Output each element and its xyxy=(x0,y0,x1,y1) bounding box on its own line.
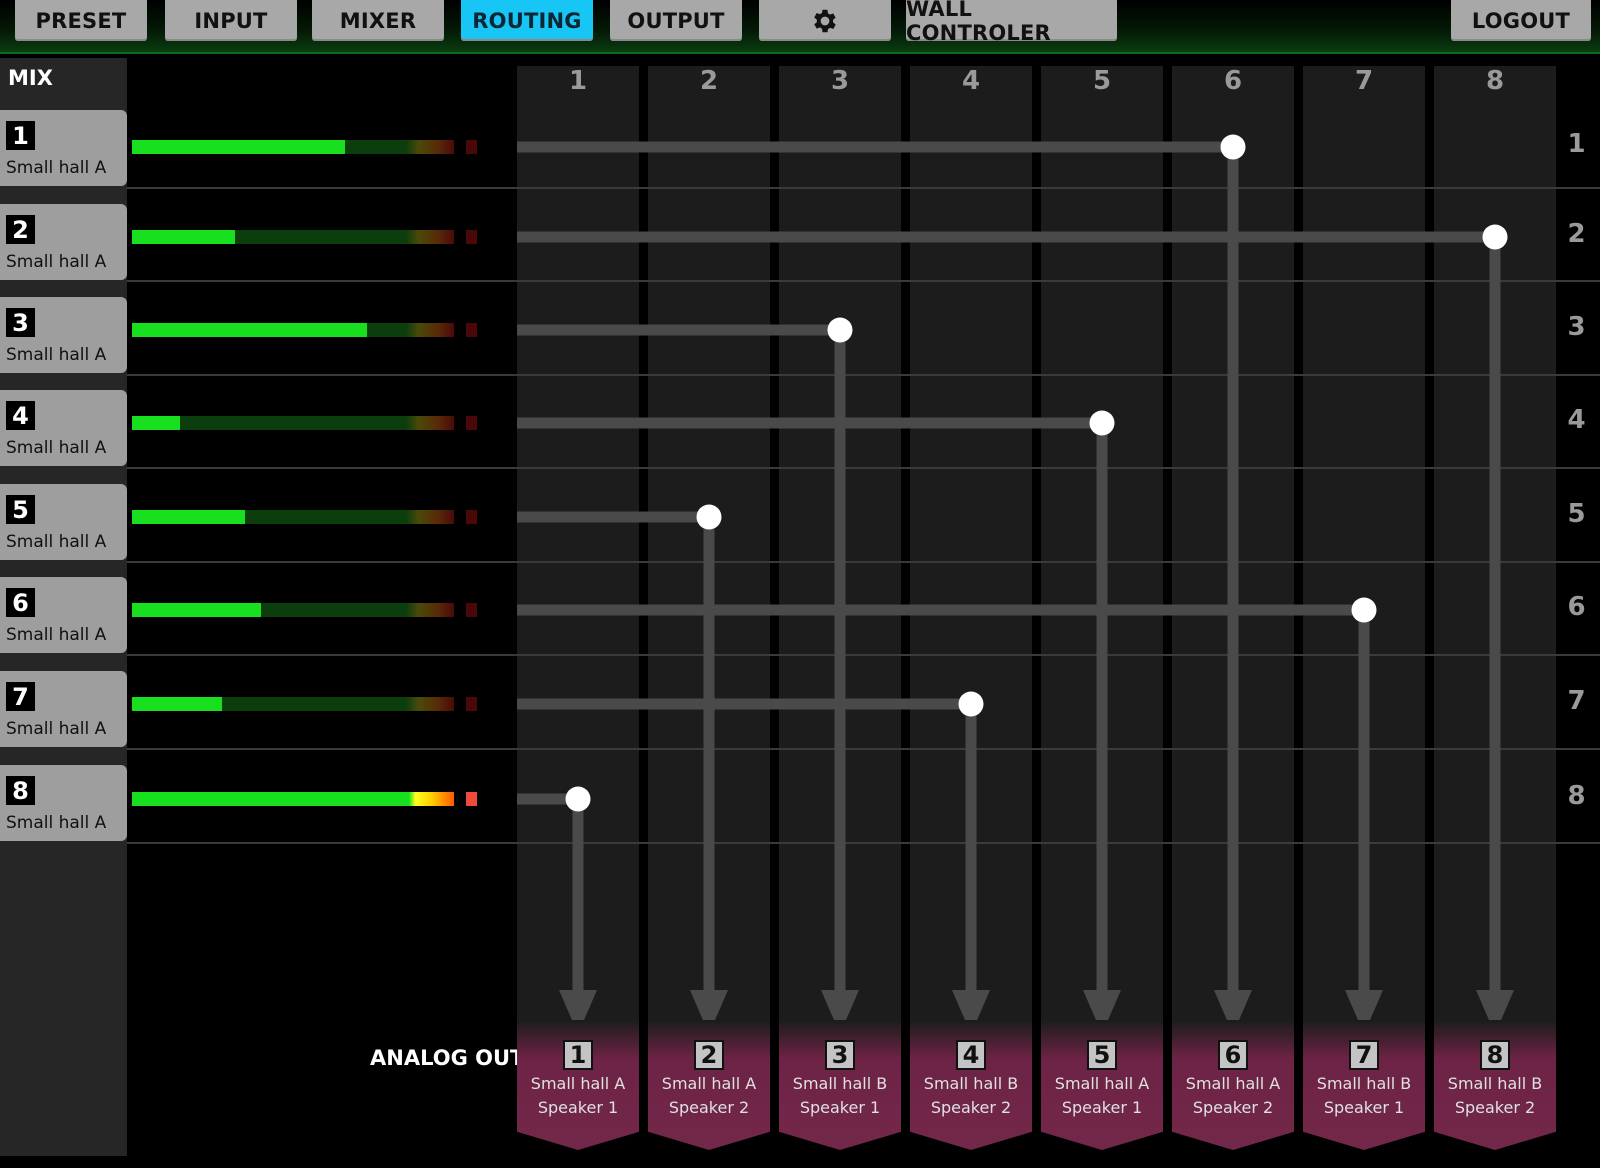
route-node[interactable] xyxy=(1351,597,1377,623)
routing-matrix[interactable] xyxy=(0,0,1600,1168)
analog-output[interactable]: 2 Small hall A Speaker 2 xyxy=(648,1020,770,1150)
output-number: 7 xyxy=(1349,1040,1379,1070)
output-number: 3 xyxy=(825,1040,855,1070)
analog-output[interactable]: 4 Small hall B Speaker 2 xyxy=(910,1020,1032,1150)
output-speaker: Speaker 2 xyxy=(1454,1098,1536,1117)
output-speaker: Speaker 1 xyxy=(799,1098,881,1117)
route-node[interactable] xyxy=(827,317,853,343)
output-speaker: Speaker 2 xyxy=(1192,1098,1274,1117)
route-node[interactable] xyxy=(1089,410,1115,436)
analog-output[interactable]: 8 Small hall B Speaker 2 xyxy=(1434,1020,1556,1150)
output-room: Small hall B xyxy=(1316,1074,1412,1093)
output-speaker: Speaker 1 xyxy=(1323,1098,1405,1117)
output-room: Small hall A xyxy=(530,1074,626,1093)
route-node[interactable] xyxy=(565,786,591,812)
output-number: 2 xyxy=(694,1040,724,1070)
output-room: Small hall A xyxy=(1185,1074,1281,1093)
output-speaker: Speaker 1 xyxy=(537,1098,619,1117)
output-number: 6 xyxy=(1218,1040,1248,1070)
route-node[interactable] xyxy=(1482,224,1508,250)
analog-output[interactable]: 6 Small hall A Speaker 2 xyxy=(1172,1020,1294,1150)
output-speaker: Speaker 2 xyxy=(668,1098,750,1117)
output-number: 5 xyxy=(1087,1040,1117,1070)
analog-out-label: ANALOG OUT xyxy=(370,1046,525,1070)
route-node[interactable] xyxy=(696,504,722,530)
analog-output[interactable]: 5 Small hall A Speaker 1 xyxy=(1041,1020,1163,1150)
output-number: 8 xyxy=(1480,1040,1510,1070)
output-room: Small hall B xyxy=(923,1074,1019,1093)
output-speaker: Speaker 2 xyxy=(930,1098,1012,1117)
output-number: 1 xyxy=(563,1040,593,1070)
output-room: Small hall A xyxy=(661,1074,757,1093)
output-number: 4 xyxy=(956,1040,986,1070)
output-room: Small hall B xyxy=(792,1074,888,1093)
output-speaker: Speaker 1 xyxy=(1061,1098,1143,1117)
analog-output[interactable]: 3 Small hall B Speaker 1 xyxy=(779,1020,901,1150)
output-room: Small hall A xyxy=(1054,1074,1150,1093)
analog-output[interactable]: 1 Small hall A Speaker 1 xyxy=(517,1020,639,1150)
analog-output[interactable]: 7 Small hall B Speaker 1 xyxy=(1303,1020,1425,1150)
route-node[interactable] xyxy=(1220,134,1246,160)
output-room: Small hall B xyxy=(1447,1074,1543,1093)
route-node[interactable] xyxy=(958,691,984,717)
